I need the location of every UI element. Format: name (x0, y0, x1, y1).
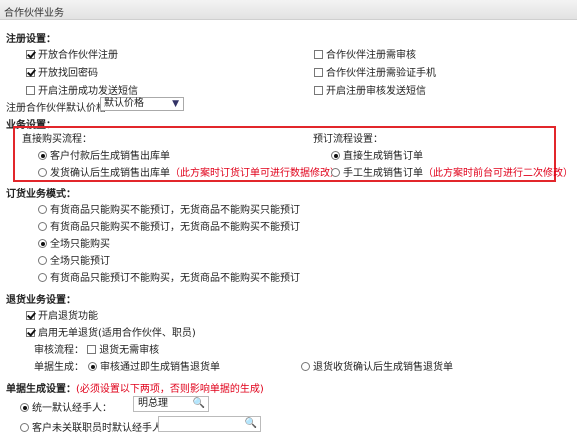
radio-icon[interactable] (331, 168, 340, 177)
radio-order-mode-5[interactable]: 有货商品只能预订不能购买，无货商品不能购买不能预订 (38, 269, 300, 284)
checkbox-open-registration[interactable]: 开放合作伙伴注册 (26, 46, 118, 61)
radio-direct-sales-order[interactable]: 直接生成销售订单 (331, 147, 423, 162)
checkbox-icon[interactable] (26, 328, 35, 337)
magnifier-icon[interactable]: 🔍 (245, 417, 257, 431)
radio-icon[interactable] (20, 423, 29, 432)
checkbox-icon[interactable] (314, 68, 323, 77)
radio-icon[interactable] (88, 362, 97, 371)
chevron-down-icon: ▼ (172, 99, 179, 109)
radio-order-mode-2[interactable]: 有货商品只能购买不能预订，无货商品不能购买不能预订 (38, 218, 300, 233)
review-flow-label: 审核流程： (34, 345, 84, 356)
doc-gen-label: 单据生成： (34, 362, 84, 373)
radio-icon[interactable] (38, 222, 47, 231)
checkbox-no-order-return[interactable]: 启用无单退货(适用合作伙伴、职员) (26, 324, 196, 339)
radio-ship-then-outbound[interactable]: 发货确认后生成销售出库单（此方案时订货订单可进行数据修改） (38, 164, 340, 179)
radio-icon[interactable] (38, 273, 47, 282)
radio-return-on-receipt[interactable]: 退货收货确认后生成销售退货单 (301, 358, 453, 373)
checkbox-icon[interactable] (87, 345, 97, 354)
checkbox-verify-phone[interactable]: 合作伙伴注册需验证手机 (314, 64, 436, 79)
checkbox-icon[interactable] (26, 311, 35, 320)
radio-icon[interactable] (38, 151, 47, 160)
window-title: 合作伙伴业务 (4, 8, 64, 19)
radio-icon[interactable] (38, 205, 47, 214)
review-flow-row: 审核流程： 退货无需审核 (34, 341, 159, 356)
checkbox-icon[interactable] (26, 68, 35, 77)
doc-generation-heading-row: 单据生成设置：(必须设置以下两项，否则影响单据的生成) (6, 380, 264, 395)
registration-heading: 注册设置： (6, 34, 56, 45)
unified-handler-input[interactable]: 明总理 🔍 (133, 396, 209, 412)
returns-heading: 退货业务设置： (6, 295, 76, 306)
radio-order-mode-1[interactable]: 有货商品只能购买不能预订，无货商品不能购买只能预订 (38, 201, 300, 216)
radio-icon[interactable] (38, 239, 47, 248)
radio-order-mode-4[interactable]: 全场只能预订 (38, 252, 110, 267)
direct-flow-note: （此方案时订货订单可进行数据修改） (170, 168, 340, 179)
radio-unlinked-handler[interactable]: 客户未关联职员时默认经手人： (20, 419, 172, 434)
direct-flow-heading: 直接购买流程： (22, 134, 92, 145)
checkbox-registration-review[interactable]: 合作伙伴注册需审核 (314, 46, 416, 61)
radio-return-on-approval[interactable]: 审核通过即生成销售退货单 (88, 358, 220, 373)
checkbox-icon[interactable] (26, 86, 35, 95)
checkbox-icon[interactable] (314, 50, 323, 59)
window-titlebar: 合作伙伴业务 (0, 0, 577, 20)
preorder-flow-heading: 预订流程设置： (313, 134, 383, 145)
magnifier-icon[interactable]: 🔍 (193, 397, 205, 411)
order-mode-heading: 订货业务模式： (6, 189, 76, 200)
radio-icon[interactable] (331, 151, 340, 160)
radio-icon[interactable] (38, 168, 47, 177)
radio-icon[interactable] (301, 362, 310, 371)
checkbox-password-recovery[interactable]: 开放找回密码 (26, 64, 98, 79)
radio-icon[interactable] (20, 403, 29, 412)
radio-manual-sales-order[interactable]: 手工生成销售订单（此方案时前台可进行二次修改） (331, 164, 573, 179)
unlinked-handler-input[interactable]: 🔍 (158, 416, 261, 432)
radio-icon[interactable] (38, 256, 47, 265)
radio-pay-then-outbound[interactable]: 客户付款后生成销售出库单 (38, 147, 170, 162)
checkbox-review-sms[interactable]: 开启注册审核发送短信 (314, 82, 426, 97)
radio-unified-handler[interactable]: 统一默认经手人： (20, 399, 112, 414)
preorder-flow-note: （此方案时前台可进行二次修改） (423, 168, 573, 179)
checkbox-register-sms[interactable]: 开启注册成功发送短信 (26, 82, 138, 97)
doc-generation-heading: 单据生成设置： (6, 384, 76, 395)
doc-generation-warning: (必须设置以下两项，否则影响单据的生成) (76, 384, 264, 395)
checkbox-icon[interactable] (314, 86, 323, 95)
checkbox-icon[interactable] (26, 50, 35, 59)
checkbox-enable-return[interactable]: 开启退货功能 (26, 307, 98, 322)
checkbox-no-review[interactable]: 退货无需审核 (87, 345, 159, 356)
default-price-select[interactable]: 默认价格 ▼ (100, 97, 184, 111)
radio-order-mode-3[interactable]: 全场只能购买 (38, 235, 110, 250)
